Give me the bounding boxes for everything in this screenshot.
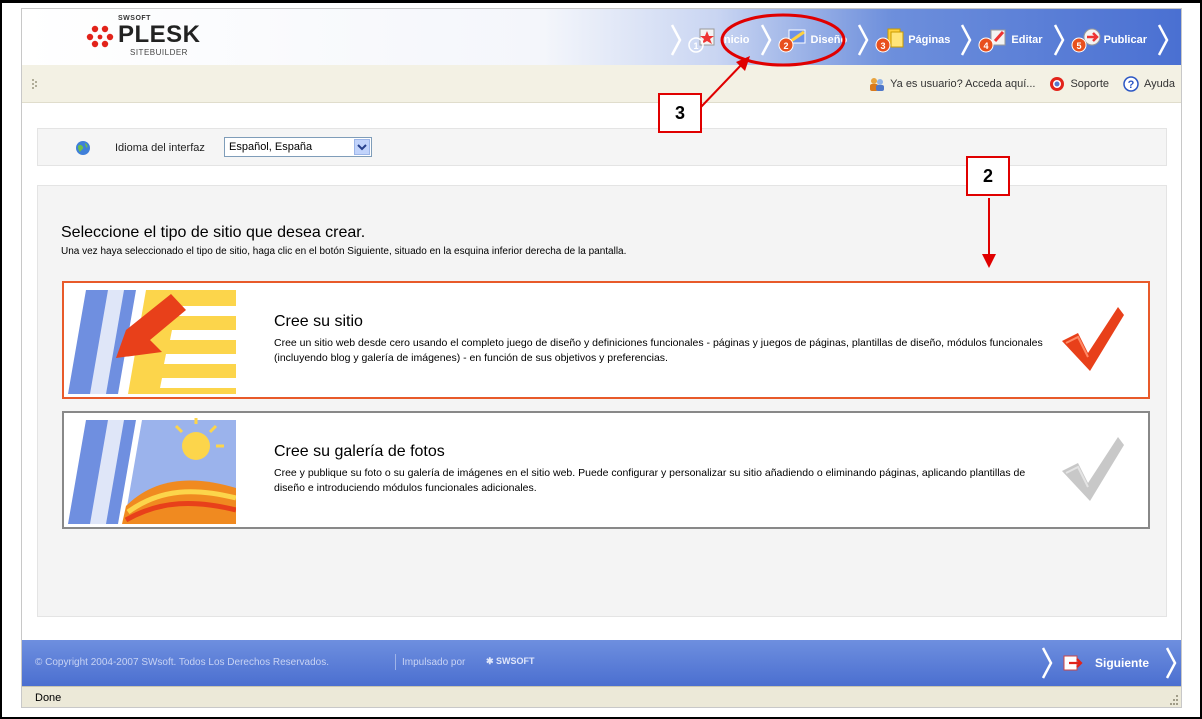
svg-text:1: 1 (693, 41, 698, 51)
step-diseno-label: Diseño (810, 34, 848, 46)
chevron-right-icon (961, 24, 972, 56)
chevron-right-icon (1053, 24, 1065, 56)
chevron-down-icon[interactable] (354, 139, 370, 155)
next-button-label: Siguiente (1094, 656, 1149, 670)
powered-by-text: Impulsado por (402, 657, 466, 668)
page-title: Seleccione el tipo de sitio que desea cr… (61, 224, 366, 241)
login-link[interactable]: Ya es usuario? Acceda aquí... (869, 76, 1035, 92)
login-link-label: Ya es usuario? Acceda aquí... (890, 78, 1036, 90)
language-select[interactable]: Español, España (224, 137, 372, 157)
step-editar-label: Editar (1011, 34, 1043, 46)
wizard-steps: 1 Inicio 2 Diseño 3 Páginas 4 Editar 5 P… (666, 23, 1175, 57)
step-diseno[interactable]: 2 Diseño (756, 23, 854, 57)
step-4-icon: 4 (978, 29, 1006, 53)
step-2-icon: 2 (778, 29, 806, 53)
svg-text:3: 3 (881, 41, 886, 51)
option-description: Cree un sitio web desde cero usando el c… (274, 337, 1043, 364)
chevron-right-icon (670, 24, 682, 56)
chevron-right-icon (858, 24, 869, 56)
logo-sub-text: SITEBUILDER (130, 48, 188, 57)
step-1-icon: 1 (688, 28, 715, 53)
page-subtitle: Una vez haya seleccionado el tipo de sit… (61, 246, 627, 257)
header-bar: SWSOFT PLESK SITEBUILDER 1 Inicio 2 Dise… (22, 9, 1181, 65)
step-publicar-label: Publicar (1103, 34, 1147, 46)
option-title: Cree su sitio (274, 313, 363, 330)
site-type-panel: Seleccione el tipo de sitio que desea cr… (37, 185, 1167, 617)
help-link-label: Ayuda (1144, 78, 1175, 90)
status-bar: Done (22, 686, 1181, 707)
logo-main-text: PLESK (118, 21, 201, 48)
checkmark-selected-icon (1062, 307, 1124, 371)
globe-icon (76, 141, 90, 155)
toolbar-grip-icon (32, 79, 37, 89)
swsoft-logo-text: SWSOFT (496, 656, 535, 666)
annotation-callout-2: 2 (966, 156, 1010, 196)
status-text: Done (35, 692, 62, 704)
svg-text:5: 5 (1076, 41, 1081, 51)
logo-dots-icon (86, 25, 114, 48)
annotation-callout-3: 3 (658, 93, 702, 133)
svg-text:4: 4 (984, 41, 989, 51)
step-paginas[interactable]: 3 Páginas (853, 23, 956, 57)
swsoft-logo: ✱ SWSOFT (486, 656, 535, 666)
copyright-text: © Copyright 2004-2007 SWsoft. Todos Los … (35, 657, 330, 668)
step-paginas-label: Páginas (908, 34, 951, 46)
checkmark-unselected-icon (1062, 437, 1124, 501)
sub-toolbar: Ya es usuario? Acceda aquí... Soporte ? … (22, 65, 1181, 103)
footer-divider (395, 654, 396, 670)
users-icon (870, 78, 885, 91)
lifebuoy-icon (1050, 77, 1065, 91)
svg-text:2: 2 (783, 41, 788, 51)
help-icon: ? (1123, 76, 1139, 92)
step-5-icon: 5 (1071, 28, 1101, 53)
language-select-value: Español, España (229, 141, 313, 153)
next-arrow-icon (1063, 655, 1083, 671)
help-link[interactable]: ? Ayuda (1123, 76, 1175, 92)
svg-text:?: ? (1128, 79, 1135, 91)
next-button[interactable]: Siguiente (1041, 646, 1177, 680)
chevron-right-icon (1041, 647, 1053, 679)
photo-gallery-illustration (66, 416, 236, 524)
step-3-icon: 3 (875, 28, 904, 53)
support-link-label: Soporte (1070, 78, 1109, 90)
option-photo-gallery[interactable]: Cree su galería de fotos Cree y publique… (62, 411, 1150, 529)
option-create-site[interactable]: Cree su sitio Cree un sitio web desde ce… (62, 281, 1150, 399)
step-inicio-label: Inicio (720, 34, 750, 46)
option-title: Cree su galería de fotos (274, 443, 445, 460)
chevron-right-icon (1165, 647, 1177, 679)
resize-grip-icon[interactable] (1165, 691, 1179, 707)
chevron-right-icon (1157, 24, 1169, 56)
step-publicar[interactable]: 5 Publicar (1049, 23, 1175, 57)
step-inicio[interactable]: 1 Inicio (666, 23, 756, 57)
create-site-illustration (66, 286, 236, 394)
plesk-logo: SWSOFT PLESK SITEBUILDER (82, 15, 222, 59)
option-description: Cree y publique su foto o su galería de … (274, 467, 1026, 494)
chevron-right-icon (760, 24, 771, 56)
support-link[interactable]: Soporte (1049, 76, 1109, 92)
language-label: Idioma del interfaz (115, 142, 205, 154)
step-editar[interactable]: 4 Editar (956, 23, 1048, 57)
browser-window: SWSOFT PLESK SITEBUILDER 1 Inicio 2 Dise… (21, 8, 1182, 708)
sub-links: Ya es usuario? Acceda aquí... Soporte ? … (855, 76, 1175, 92)
footer-bar: © Copyright 2004-2007 SWsoft. Todos Los … (22, 640, 1181, 686)
